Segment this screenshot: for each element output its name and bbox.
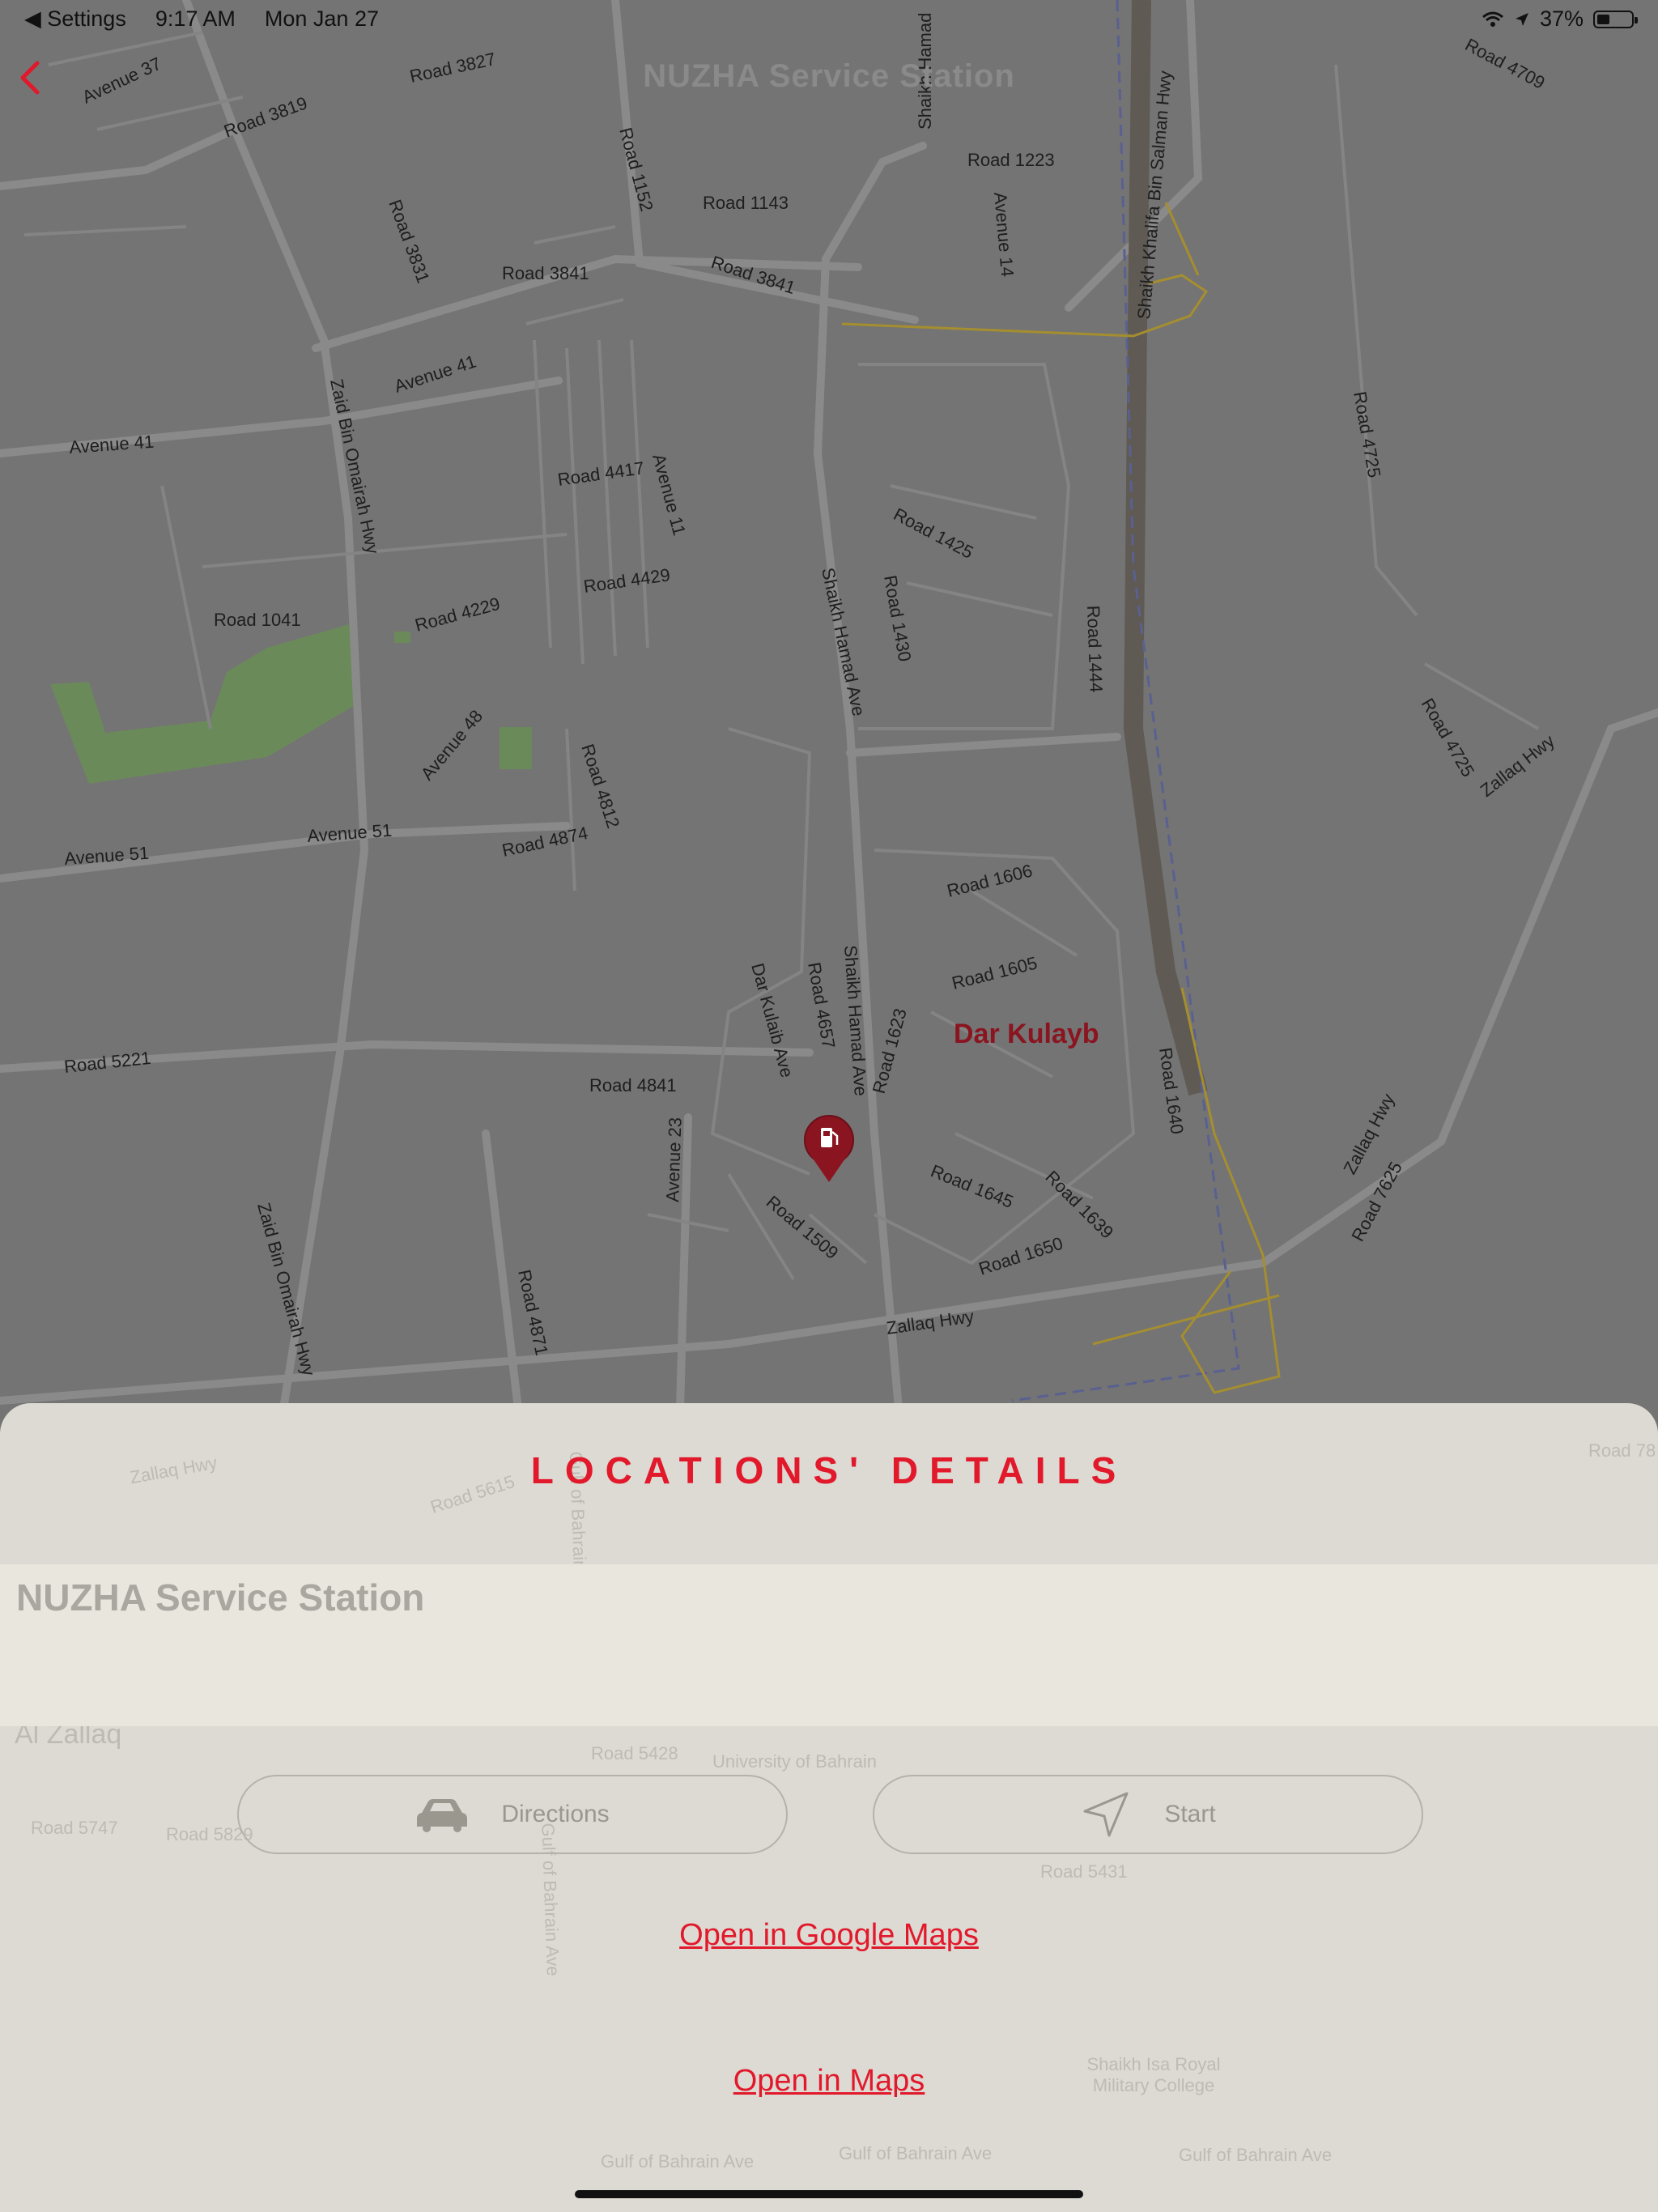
- street-label: Road 4841: [589, 1075, 677, 1095]
- sheet-title: LOCATIONS' DETAILS: [530, 1449, 1128, 1491]
- station-info-row: NUZHA Service Station: [0, 1564, 1658, 1726]
- street-label: Road 1223: [967, 150, 1055, 170]
- street-label: Road 1041: [214, 610, 301, 630]
- street-label: Road 3841: [502, 263, 589, 283]
- station-name: NUZHA Service Station: [16, 1576, 425, 1619]
- location-details-sheet: Zallaq Hwy Road 5615 Gulf of Bahrain Al …: [0, 1403, 1658, 2212]
- open-in-maps-link[interactable]: Open in Maps: [0, 2064, 1658, 2099]
- ghost-map-label: Road 5747: [31, 1818, 118, 1838]
- battery-percentage: 37%: [1539, 6, 1584, 31]
- home-indicator[interactable]: [575, 2190, 1083, 2198]
- ghost-map-label: Road 5428: [591, 1743, 678, 1763]
- ghost-map-label: Gulf of Bahrain Ave: [1179, 2145, 1333, 2165]
- status-bar: ◀ Settings 9:17 AM Mon Jan 27 37%: [0, 0, 1658, 39]
- street-label: Avenue 23: [662, 1117, 686, 1203]
- ghost-map-label: Gulf of Bahrain Ave: [601, 2151, 755, 2172]
- open-in-google-maps-link[interactable]: Open in Google Maps: [0, 1918, 1658, 1953]
- directions-label: Directions: [501, 1801, 610, 1827]
- status-time: 9:17 AM: [155, 6, 236, 31]
- back-to-settings[interactable]: ◀ Settings: [24, 6, 126, 32]
- ghost-map-label: University of Bahrain: [712, 1751, 877, 1772]
- location-arrow-icon: [1515, 12, 1528, 26]
- ghost-map-label: Road 5431: [1040, 1861, 1128, 1882]
- car-icon: [417, 1799, 468, 1832]
- wifi-icon: [1482, 11, 1503, 27]
- map-canvas: Road 3827 Avenue 37 Road 3819 Road 3831 …: [0, 0, 1658, 1409]
- status-date: Mon Jan 27: [264, 6, 379, 31]
- directions-button[interactable]: Directions: [237, 1775, 788, 1854]
- map-view[interactable]: Road 3827 Avenue 37 Road 3819 Road 3831 …: [0, 0, 1658, 1409]
- place-label: Dar Kulayb: [954, 1019, 1099, 1049]
- ghost-map-label: Gulf of Bahrain Ave: [839, 2143, 993, 2163]
- navigation-arrow-icon: [1083, 1792, 1129, 1837]
- start-navigation-button[interactable]: Start: [873, 1775, 1423, 1854]
- street-label: Road 1143: [703, 193, 789, 213]
- battery-icon: [1593, 10, 1638, 28]
- street-label: Road 1444: [1083, 605, 1107, 692]
- start-label: Start: [1164, 1801, 1216, 1827]
- nav-title: NUZHA Service Station: [643, 58, 1015, 94]
